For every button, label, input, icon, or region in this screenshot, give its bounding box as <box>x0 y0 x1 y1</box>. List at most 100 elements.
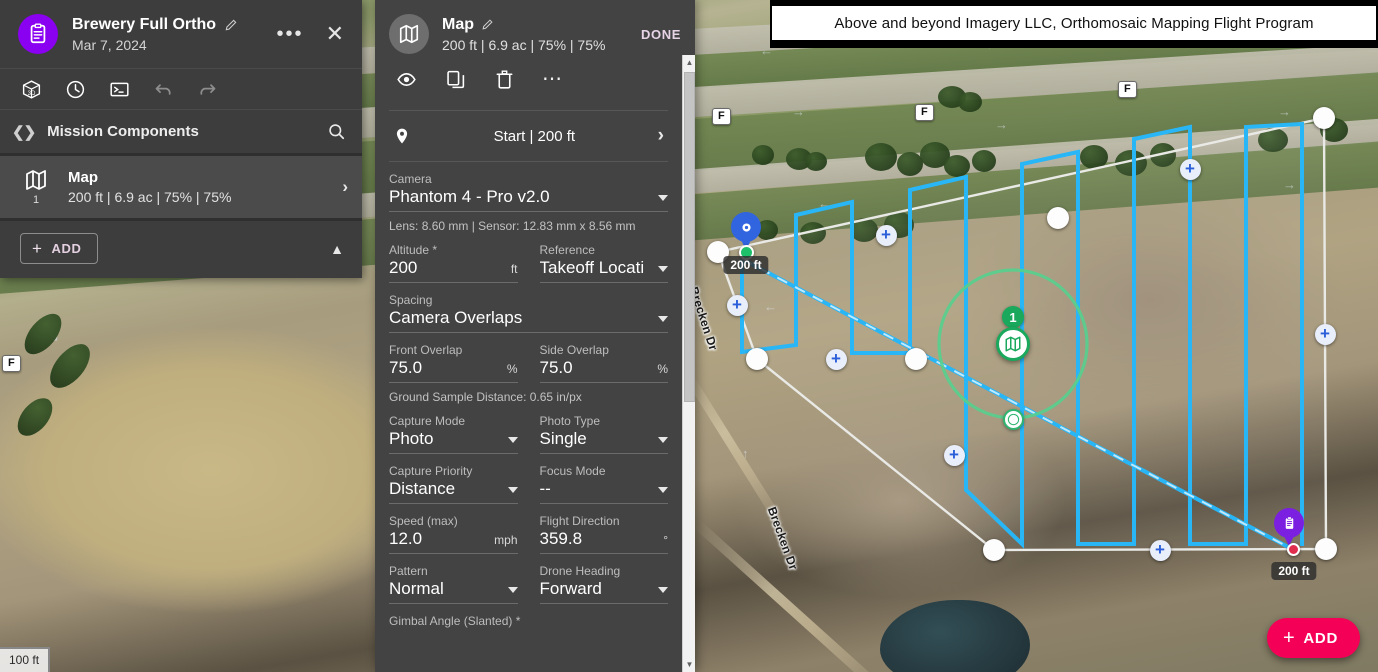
lane-arrow: ← <box>764 299 777 314</box>
photo-type-select[interactable]: Single <box>539 429 668 454</box>
speed-max-input[interactable]: 12.0 mph <box>389 529 518 554</box>
console-icon[interactable] <box>108 78 130 100</box>
field-value: -- <box>539 479 551 498</box>
add-vertex-button[interactable]: + <box>943 444 965 466</box>
mission-date: Mar 7, 2024 <box>72 36 147 53</box>
field-unit: ft <box>510 262 518 276</box>
pencil-icon[interactable] <box>224 18 238 32</box>
focus-mode-select[interactable]: -- <box>539 479 668 504</box>
field-label: Photo Type <box>539 414 601 428</box>
mission-more-button[interactable]: ••• <box>273 24 308 44</box>
field-spacing: Spacing Camera Overlaps <box>389 283 668 333</box>
plus-icon: + <box>32 238 43 258</box>
front-overlap-input[interactable]: 75.0 % <box>389 358 518 383</box>
tree <box>800 222 826 244</box>
more-icon[interactable]: ⋯ <box>542 68 564 90</box>
component-list-item-map[interactable]: 1 Map 200 ft | 6.9 ac | 75% | 75% › <box>0 156 362 221</box>
side-overlap-input[interactable]: 75.0 % <box>539 358 668 383</box>
tree <box>944 155 970 177</box>
capture-mode-select[interactable]: Photo <box>389 429 518 454</box>
field-reference: Reference Takeoff Locati <box>539 233 668 283</box>
undo-icon[interactable] <box>152 78 174 100</box>
boundary-vertex[interactable] <box>1315 538 1337 560</box>
component-detail-panel: Map 200 ft | 6.9 ac | 75% | 75% DONE ⋯ S… <box>375 0 695 672</box>
field-unit: ° <box>663 533 668 547</box>
code-brackets-icon[interactable]: ❮❯ <box>12 123 36 141</box>
add-component-label: ADD <box>51 241 82 256</box>
spacing-select[interactable]: Camera Overlaps <box>389 308 668 333</box>
chevron-right-icon[interactable]: › <box>342 177 348 197</box>
pattern-select[interactable]: Normal <box>389 579 518 604</box>
capture-priority-select[interactable]: Distance <box>389 479 518 504</box>
pencil-icon[interactable] <box>481 18 494 31</box>
reference-select[interactable]: Takeoff Locati <box>539 258 668 283</box>
field-value: Takeoff Locati <box>539 258 645 277</box>
boundary-vertex[interactable] <box>1313 107 1335 129</box>
mission-title-block: Brewery Full Ortho Mar 7, 2024 <box>72 16 259 53</box>
detail-avatar <box>389 14 429 54</box>
add-floating-action-button[interactable]: + ADD <box>1267 618 1360 658</box>
drone-heading-select[interactable]: Forward <box>539 579 668 604</box>
scroll-down-arrow[interactable]: ▼ <box>683 657 695 672</box>
add-vertex-button[interactable]: + <box>825 348 847 370</box>
search-icon[interactable] <box>327 122 346 141</box>
field-unit: % <box>657 362 668 376</box>
chevron-down-icon <box>658 195 668 201</box>
field-label: Side Overlap <box>539 343 609 357</box>
chevron-down-icon <box>507 437 518 443</box>
add-vertex-button[interactable]: + <box>1149 539 1171 561</box>
field-label: Focus Mode <box>539 464 606 478</box>
scrollbar-thumb[interactable] <box>684 72 695 402</box>
flight-direction-input[interactable]: 359.8 ° <box>539 529 668 554</box>
3d-view-icon[interactable]: 3D <box>20 78 42 100</box>
start-location-pin[interactable] <box>731 212 761 250</box>
start-location-row[interactable]: Start | 200 ft › <box>389 111 668 162</box>
end-waypoint-dot[interactable] <box>1286 542 1300 556</box>
chevron-up-icon[interactable]: ▲ <box>330 241 344 257</box>
map-icon <box>1005 336 1021 352</box>
boundary-vertex[interactable] <box>1047 207 1069 229</box>
component-name: Map <box>68 169 98 186</box>
add-vertex-button[interactable]: + <box>1314 323 1336 345</box>
lane-arrow: → <box>995 117 1008 132</box>
component-number-badge: 1 <box>1002 306 1024 328</box>
detail-panel-scrollbar[interactable]: ▲ ▼ <box>682 55 695 672</box>
field-altitude: Altitude * 200 ft <box>389 233 518 283</box>
boundary-vertex[interactable] <box>983 539 1005 561</box>
add-vertex-button[interactable]: + <box>875 224 897 246</box>
add-vertex-button[interactable]: + <box>726 294 748 316</box>
boundary-vertex[interactable] <box>746 348 768 370</box>
chevron-right-icon[interactable]: › <box>658 125 664 147</box>
lane-arrow: → <box>792 104 805 119</box>
redo-icon[interactable] <box>196 78 218 100</box>
map-scale-bar: 100 ft <box>0 647 51 672</box>
lens-sensor-note: Lens: 8.60 mm | Sensor: 12.83 mm x 8.56 … <box>389 219 636 233</box>
camera-select[interactable]: Phantom 4 - Pro v2.0 <box>389 187 668 212</box>
field-value: Single <box>539 429 587 448</box>
altitude-input[interactable]: 200 ft <box>389 258 518 283</box>
delete-icon[interactable] <box>493 68 515 90</box>
field-focus-mode: Focus Mode -- <box>539 454 668 504</box>
component-number: 1 <box>32 194 40 206</box>
visibility-icon[interactable] <box>395 68 417 90</box>
chevron-down-icon <box>507 487 518 493</box>
duplicate-icon[interactable] <box>444 68 466 90</box>
mission-panel: Brewery Full Ortho Mar 7, 2024 ••• ✕ 3D <box>0 0 362 278</box>
add-component-button[interactable]: + ADD <box>20 233 98 264</box>
field-unit: mph <box>494 533 518 547</box>
component-icon-block: 1 <box>20 168 52 206</box>
detail-title-block: Map 200 ft | 6.9 ac | 75% | 75% <box>442 16 628 53</box>
field-value: 200 <box>389 258 418 277</box>
history-icon[interactable] <box>64 78 86 100</box>
svg-text:3D: 3D <box>27 89 35 96</box>
end-mission-pin[interactable] <box>1274 508 1304 546</box>
component-map-marker[interactable] <box>996 327 1030 361</box>
add-vertex-button[interactable]: + <box>1179 158 1201 180</box>
boundary-vertex[interactable] <box>905 348 927 370</box>
tree <box>805 152 827 171</box>
scroll-up-arrow[interactable]: ▲ <box>683 55 695 70</box>
done-button[interactable]: DONE <box>641 27 681 42</box>
heading-compass-marker[interactable] <box>1002 408 1024 430</box>
mission-close-button[interactable]: ✕ <box>322 23 348 45</box>
field-value: Photo <box>389 429 434 448</box>
